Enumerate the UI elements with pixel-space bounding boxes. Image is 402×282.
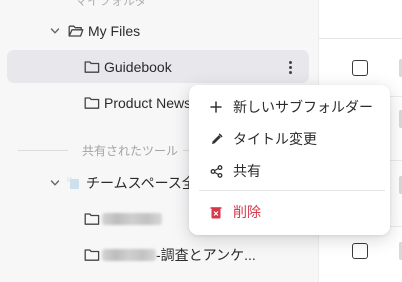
redacted-label — [102, 249, 156, 261]
shared-section-label: 共有されたツール — [78, 142, 183, 159]
more-options-icon[interactable] — [282, 58, 298, 76]
tree-item-team-space[interactable]: チームスペース全 — [48, 168, 196, 198]
tree-item-label: チームスペース全 — [86, 175, 196, 191]
menu-item-new-subfolder[interactable]: 新しいサブフォルダー — [189, 92, 390, 122]
tree-item-label: Guidebook — [104, 59, 172, 75]
tree-item-guidebook[interactable]: Guidebook — [84, 52, 172, 82]
tree-item-label: Product News — [104, 95, 192, 111]
folder-icon — [84, 248, 100, 262]
sidebar-section-label-my-folder: マイフォルダ — [75, 0, 148, 8]
redacted-label — [102, 213, 162, 225]
row-checkbox[interactable] — [352, 243, 368, 259]
menu-item-label: 削除 — [233, 204, 261, 220]
menu-item-label: 共有 — [233, 163, 261, 179]
row-checkbox[interactable] — [352, 60, 368, 76]
team-space-icon — [66, 176, 80, 190]
header-divider — [319, 38, 402, 39]
plus-icon — [209, 100, 223, 114]
menu-item-label: タイトル変更 — [233, 131, 317, 147]
tree-item-redacted-folder[interactable] — [84, 204, 162, 234]
trash-icon — [209, 205, 223, 219]
tree-item-label: My Files — [88, 23, 141, 39]
menu-divider — [199, 190, 385, 191]
menu-item-delete[interactable]: 削除 — [189, 197, 390, 227]
menu-item-rename[interactable]: タイトル変更 — [189, 124, 390, 154]
folder-icon — [84, 96, 100, 110]
folder-open-icon — [68, 24, 84, 38]
tree-item-my-files[interactable]: My Files — [48, 16, 140, 46]
menu-item-label: 新しいサブフォルダー — [233, 99, 373, 115]
tree-item-product-news[interactable]: Product News — [84, 88, 191, 118]
pencil-icon — [209, 132, 223, 146]
tree-item-survey-folder[interactable]: -調査とアンケ... — [84, 240, 256, 270]
share-icon — [209, 164, 223, 178]
menu-item-share[interactable]: 共有 — [189, 156, 390, 186]
section-divider — [18, 150, 68, 151]
tree-item-label: -調査とアンケ... — [156, 247, 256, 263]
folder-icon — [84, 212, 100, 226]
folder-icon — [84, 60, 100, 74]
chevron-down-icon[interactable] — [48, 176, 62, 190]
context-menu: 新しいサブフォルダー タイトル変更 共有 削除 — [189, 85, 390, 235]
chevron-down-icon[interactable] — [48, 24, 62, 38]
